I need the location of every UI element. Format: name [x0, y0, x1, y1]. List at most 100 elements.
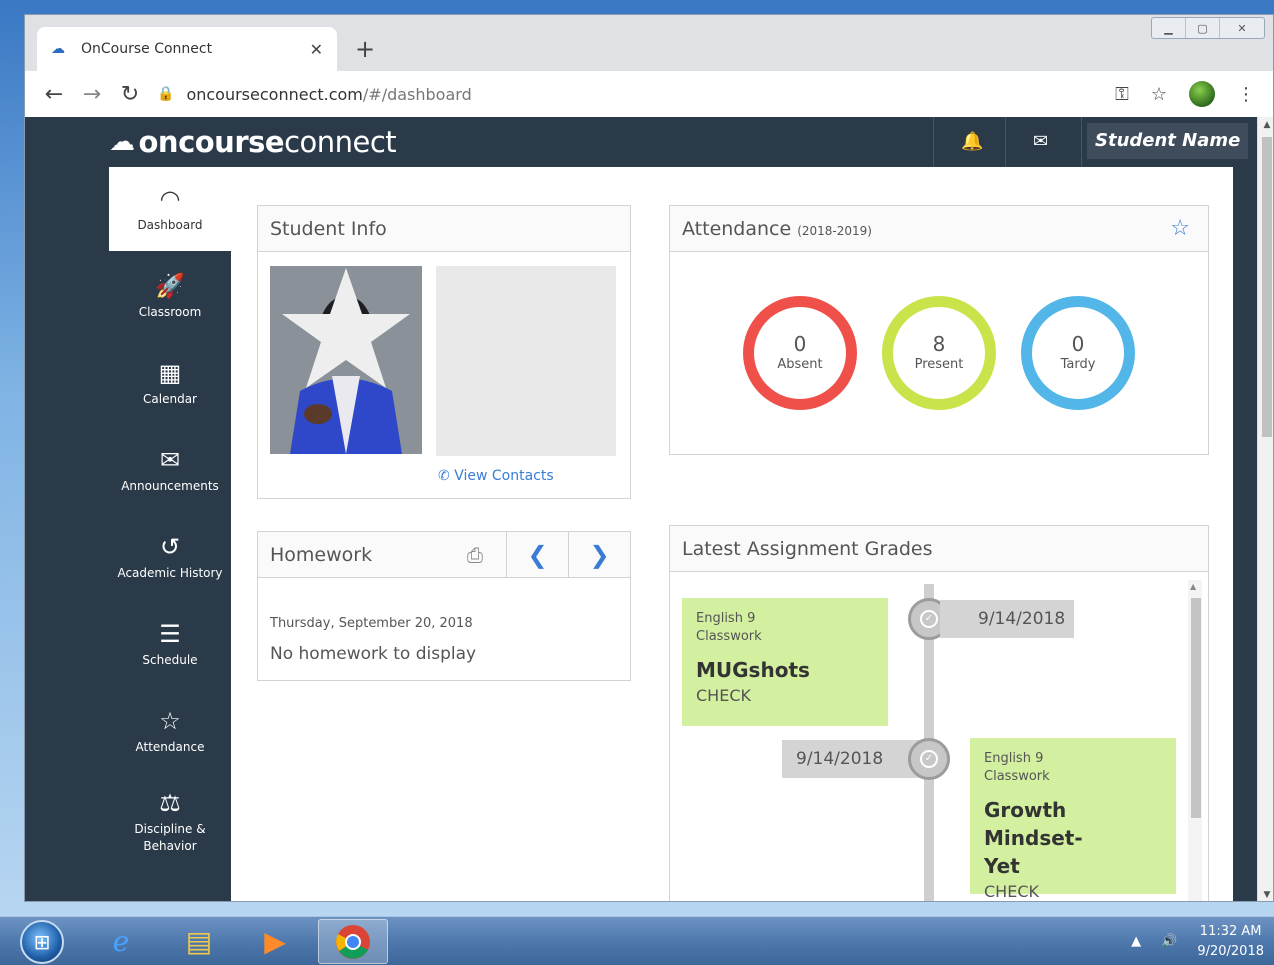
sidebar-item-schedule[interactable]: ☰ Schedule	[109, 602, 231, 686]
tab-strip: ☁ OnCourse Connect ✕ +	[25, 15, 1273, 71]
brand-name-bold: oncourse	[138, 125, 285, 159]
scroll-up-arrow-icon[interactable]: ▲	[1258, 120, 1273, 130]
tardy-count: 0	[1071, 332, 1085, 356]
grade-assignment: Growth Mindset- Yet	[984, 796, 1162, 880]
tab-title: OnCourse Connect	[81, 41, 213, 57]
page-scroll-thumb[interactable]	[1262, 137, 1272, 437]
back-button[interactable]: ←	[35, 75, 73, 113]
chrome-icon[interactable]	[318, 919, 388, 964]
mail-icon[interactable]: ✉	[1033, 131, 1048, 152]
chrome-logo	[336, 924, 370, 959]
address-bar[interactable]: 🔒 oncourseconnect.com/#/dashboard	[157, 78, 1115, 110]
list-icon: ☰	[159, 619, 181, 648]
grade-date: 9/14/2018	[782, 740, 922, 778]
start-button[interactable]: ⊞	[20, 920, 64, 964]
browser-tab[interactable]: ☁ OnCourse Connect ✕	[37, 27, 337, 71]
contacts-placeholder	[436, 266, 616, 456]
star-icon: ☆	[159, 706, 181, 735]
grade-value: CHECK	[984, 882, 1039, 901]
sidebar-item-label: Dashboard	[137, 217, 203, 232]
present-label: Present	[914, 357, 964, 372]
lock-icon: 🔒	[157, 86, 175, 102]
grade-date: 9/14/2018	[940, 600, 1074, 638]
url-host: oncourseconnect.com	[186, 84, 363, 104]
internet-explorer-icon[interactable]: ℯ	[90, 919, 152, 964]
homework-tools: ⎙ ❮ ❯	[444, 532, 630, 578]
page-scrollbar[interactable]: ▲ ▼	[1257, 117, 1273, 901]
scroll-down-arrow-icon[interactable]: ▼	[1258, 890, 1273, 900]
reload-button[interactable]: ↻	[111, 75, 149, 113]
file-explorer-icon[interactable]: ▤	[168, 919, 230, 964]
browser-toolbar: ← → ↻ 🔒 oncourseconnect.com/#/dashboard …	[25, 71, 1273, 117]
grade-course: English 9	[984, 751, 1044, 766]
brand-logo[interactable]: ☁ oncourse connect	[109, 125, 397, 159]
view-contacts-link[interactable]: ✆ View Contacts	[438, 468, 554, 484]
sidebar-item-label: Schedule	[142, 652, 198, 667]
close-tab-icon[interactable]: ✕	[310, 40, 323, 59]
speedometer-icon: ◠	[159, 184, 181, 213]
student-photo-graphic	[270, 266, 422, 454]
new-tab-button[interactable]: +	[355, 35, 375, 63]
view-contacts-label: View Contacts	[454, 468, 554, 484]
print-icon[interactable]: ⎙	[444, 532, 506, 578]
student-info-panel: Student Info ✆ View Contacts	[257, 205, 631, 499]
present-ring: 8 Present	[882, 296, 996, 410]
scroll-up-arrow-icon[interactable]: ▲	[1190, 582, 1196, 591]
sidebar-item-label: Calendar	[143, 391, 197, 406]
envelope-icon: ✉	[159, 445, 181, 474]
grade-category: Classwork	[696, 629, 762, 644]
sidebar-item-attendance[interactable]: ☆ Attendance	[109, 689, 231, 773]
sidebar-item-academic-history[interactable]: ↺ Academic History	[109, 515, 231, 599]
grade-card[interactable]: English 9 Classwork Growth Mindset- Yet …	[970, 738, 1176, 901]
sidebar: ◠ Dashboard 🚀 Classroom ▦ Calendar ✉ Ann…	[109, 167, 231, 901]
next-day-button[interactable]: ❯	[568, 532, 630, 578]
cloud-icon: ☁	[51, 41, 65, 57]
scales-icon: ⚖	[159, 789, 181, 817]
student-name-menu[interactable]: Student Name	[1087, 123, 1249, 159]
panel-header: Attendance (2018-2019)	[670, 206, 1208, 252]
dashboard-content: Student Info ✆ View Contacts Attendance …	[231, 167, 1233, 901]
homework-panel: Homework ⎙ ❮ ❯ Thursday, September 20, 2…	[257, 531, 631, 681]
absent-count: 0	[793, 332, 807, 356]
sidebar-label-line1: Discipline &	[134, 822, 206, 836]
bell-icon[interactable]: 🔔	[961, 131, 983, 152]
menu-dots-icon[interactable]: ⋮	[1237, 84, 1255, 105]
volume-icon[interactable]: 🔊	[1161, 934, 1177, 949]
header-divider	[1081, 117, 1082, 167]
bookmark-star-icon[interactable]: ☆	[1151, 84, 1167, 105]
forward-button[interactable]: →	[73, 75, 111, 113]
clock-date: 9/20/2018	[1197, 943, 1264, 959]
grades-scrollbar[interactable]: ▲	[1188, 580, 1202, 901]
sidebar-item-calendar[interactable]: ▦ Calendar	[109, 341, 231, 425]
taskbar: ⊞ ℯ ▤ ▶ ▲ 🔊 11:32 AM 9/20/2018	[0, 916, 1274, 965]
grade-card[interactable]: English 9 Classwork MUGshots CHECK	[682, 598, 888, 726]
sidebar-item-label: Discipline & Behavior	[134, 821, 205, 855]
grade-assignment-line1: Growth Mindset-	[984, 798, 1083, 850]
header-divider	[933, 117, 934, 167]
sidebar-item-dashboard[interactable]: ◠ Dashboard	[109, 167, 231, 251]
attendance-panel: Attendance (2018-2019) ☆ 0 Absent 8 Pres…	[669, 205, 1209, 455]
check-icon: ✓	[920, 750, 938, 768]
media-player-icon[interactable]: ▶	[244, 919, 306, 964]
header-divider	[1005, 117, 1006, 167]
favorite-star-icon[interactable]: ☆	[1170, 216, 1190, 241]
grades-panel: Latest Assignment Grades ▲ English 9 Cla…	[669, 525, 1209, 901]
sidebar-item-announcements[interactable]: ✉ Announcements	[109, 428, 231, 512]
check-icon: ✓	[920, 610, 938, 628]
clock[interactable]: 11:32 AM 9/20/2018	[1197, 922, 1264, 962]
browser-window: ▁ ▢ ✕ ☁ OnCourse Connect ✕ + ← → ↻ 🔒 onc…	[24, 14, 1274, 902]
profile-avatar[interactable]	[1189, 81, 1215, 107]
grade-assignment: MUGshots	[696, 658, 810, 682]
sidebar-item-classroom[interactable]: 🚀 Classroom	[109, 254, 231, 338]
homework-date: Thursday, September 20, 2018	[270, 616, 473, 631]
grade-course: English 9	[696, 611, 756, 626]
previous-day-button[interactable]: ❮	[506, 532, 568, 578]
rocket-icon: 🚀	[155, 271, 185, 300]
grades-scroll-thumb[interactable]	[1191, 598, 1201, 818]
student-photo	[270, 266, 422, 454]
school-year: (2018-2019)	[797, 223, 872, 238]
present-count: 8	[932, 332, 946, 356]
show-hidden-icons-icon[interactable]: ▲	[1131, 934, 1141, 949]
sidebar-item-discipline[interactable]: ⚖ Discipline & Behavior	[109, 776, 231, 868]
key-icon[interactable]: ⚿	[1115, 84, 1129, 105]
